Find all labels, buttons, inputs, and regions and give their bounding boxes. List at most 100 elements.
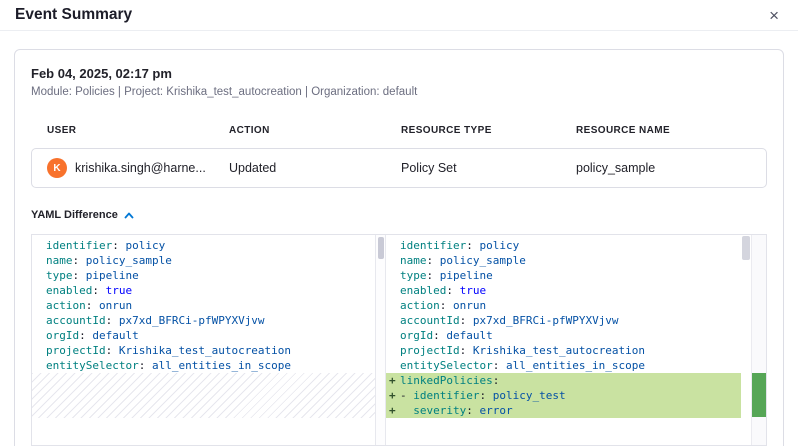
page-title: Event Summary: [15, 6, 132, 24]
left-scrollbar-thumb[interactable]: [378, 237, 384, 259]
code-line: type: pipeline: [386, 268, 766, 283]
code-line: name: policy_sample: [386, 253, 766, 268]
column-header-resource-name: RESOURCE NAME: [576, 125, 751, 136]
code-token: entitySelector: [400, 359, 493, 372]
code-token: :: [106, 314, 119, 327]
code-token: onrun: [99, 299, 132, 312]
code-token: policy_sample: [440, 254, 526, 267]
resource-type-cell: Policy Set: [401, 161, 576, 175]
code-token: name: [400, 254, 427, 267]
code-token: type: [400, 269, 427, 282]
diff-line-marker: +: [386, 388, 400, 403]
diff-pane-original[interactable]: identifier: policy name: policy_sample t…: [32, 235, 375, 445]
code-token: Krishika_test_autocreation: [473, 344, 645, 357]
original-yaml-code: identifier: policy name: policy_sample t…: [32, 238, 375, 373]
overview-ruler: [751, 235, 766, 445]
code-token: accountId: [400, 314, 460, 327]
code-token: :: [139, 359, 152, 372]
code-token: policy_sample: [86, 254, 172, 267]
diff-line-marker: [32, 268, 46, 283]
event-meta: Module: Policies | Project: Krishika_tes…: [31, 86, 767, 98]
code-token: identifier: [46, 239, 112, 252]
code-token: policy_test: [493, 389, 566, 402]
resource-name-cell: policy_sample: [576, 161, 751, 175]
code-line: enabled: true: [32, 283, 375, 298]
code-token: -: [400, 389, 413, 402]
close-icon[interactable]: ×: [765, 5, 783, 26]
code-token: :: [112, 239, 125, 252]
code-token: onrun: [453, 299, 486, 312]
diff-pane-modified[interactable]: identifier: policy name: policy_sample t…: [386, 235, 766, 445]
avatar: K: [47, 158, 67, 178]
code-token: policy: [125, 239, 165, 252]
code-line: identifier: policy: [386, 238, 766, 253]
code-token: entitySelector: [46, 359, 139, 372]
column-header-user: USER: [47, 125, 229, 136]
diff-line-marker: [386, 253, 400, 268]
diff-line-marker: [386, 313, 400, 328]
diff-added-line: + severity: error: [386, 403, 766, 418]
diff-sash[interactable]: [375, 235, 386, 445]
code-token: identifier: [413, 389, 479, 402]
code-line: orgId: default: [32, 328, 375, 343]
code-line: accountId: px7xd_BFRCi-pfWPYXVjvw: [32, 313, 375, 328]
diff-line-marker: [386, 343, 400, 358]
code-token: :: [493, 359, 506, 372]
code-token: pipeline: [86, 269, 139, 282]
code-token: linkedPolicies: [400, 374, 493, 387]
diff-line-marker: [386, 268, 400, 283]
diff-line-marker: [32, 238, 46, 253]
code-token: :: [466, 239, 479, 252]
diff-right-decorations: [741, 235, 766, 445]
code-line: name: policy_sample: [32, 253, 375, 268]
table-header-row: USER ACTION RESOURCE TYPE RESOURCE NAME: [31, 125, 767, 136]
yaml-diff-editor: identifier: policy name: policy_sample t…: [31, 234, 767, 446]
code-token: :: [106, 344, 119, 357]
code-token: :: [479, 389, 492, 402]
code-token: accountId: [46, 314, 106, 327]
code-line: entitySelector: all_entities_in_scope: [32, 358, 375, 373]
code-token: :: [427, 269, 440, 282]
code-token: :: [86, 299, 99, 312]
diff-line-marker: [32, 343, 46, 358]
overview-added-marker: [752, 373, 766, 417]
code-token: :: [466, 404, 479, 417]
diff-added-line: +linkedPolicies:: [386, 373, 766, 388]
code-token: :: [79, 329, 92, 342]
event-summary-modal: Event Summary × Feb 04, 2025, 02:17 pm M…: [0, 0, 798, 446]
code-line: action: onrun: [386, 298, 766, 313]
diff-line-marker: [32, 283, 46, 298]
diff-line-marker: [386, 238, 400, 253]
right-scrollbar[interactable]: [741, 235, 751, 445]
code-token: px7xd_BFRCi-pfWPYXVjvw: [473, 314, 619, 327]
code-token: Krishika_test_autocreation: [119, 344, 291, 357]
code-token: enabled: [400, 284, 446, 297]
code-token: :: [73, 254, 86, 267]
code-token: :: [446, 284, 459, 297]
yaml-difference-toggle[interactable]: YAML Difference: [31, 209, 767, 221]
right-scrollbar-thumb[interactable]: [742, 236, 750, 260]
code-line: orgId: default: [386, 328, 766, 343]
code-token: :: [427, 254, 440, 267]
chevron-up-icon[interactable]: [124, 212, 134, 219]
code-token: pipeline: [440, 269, 493, 282]
code-token: :: [433, 329, 446, 342]
code-line: enabled: true: [386, 283, 766, 298]
event-card: Feb 04, 2025, 02:17 pm Module: Policies …: [14, 49, 784, 446]
code-token: action: [400, 299, 440, 312]
diff-added-line: +- identifier: policy_test: [386, 388, 766, 403]
code-line: identifier: policy: [32, 238, 375, 253]
column-header-resource-type: RESOURCE TYPE: [401, 125, 576, 136]
diff-line-marker: +: [386, 373, 400, 388]
code-token: action: [46, 299, 86, 312]
code-token: projectId: [400, 344, 460, 357]
diff-line-marker: [386, 328, 400, 343]
code-token: :: [440, 299, 453, 312]
table-row[interactable]: K krishika.singh@harne... Updated Policy…: [31, 148, 767, 188]
code-token: name: [46, 254, 73, 267]
code-token: :: [73, 269, 86, 282]
column-header-action: ACTION: [229, 125, 401, 136]
code-token: true: [460, 284, 487, 297]
diff-line-marker: +: [386, 403, 400, 418]
code-token: orgId: [400, 329, 433, 342]
